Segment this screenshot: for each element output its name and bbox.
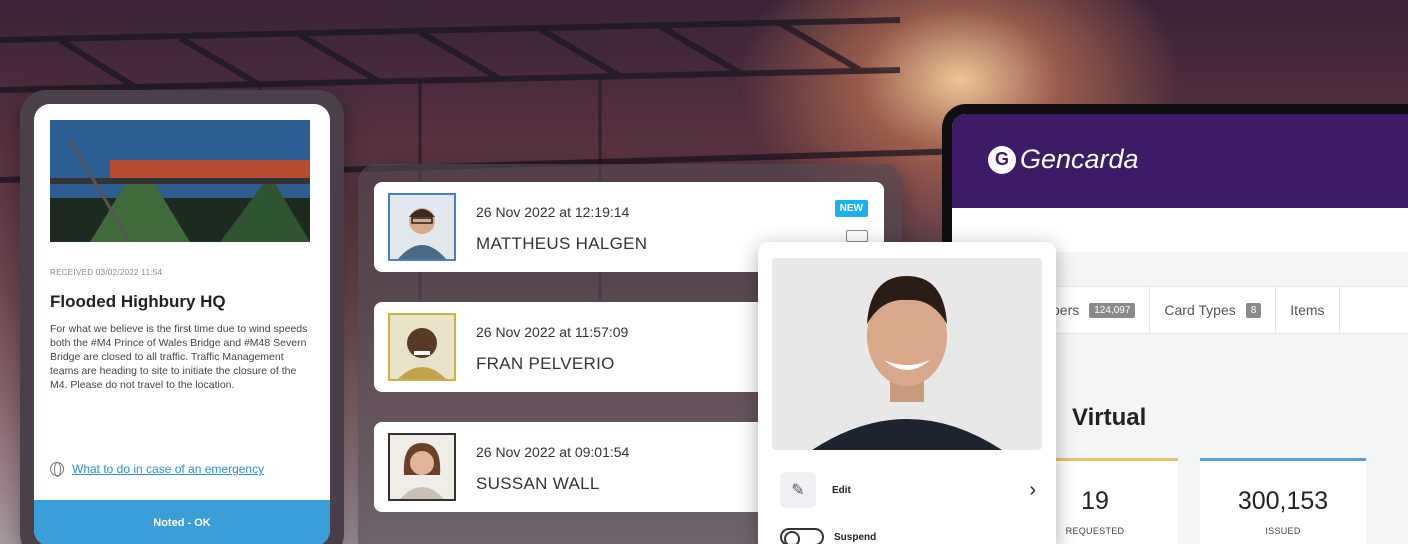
activity-name: SUSSAN WALL [476, 474, 600, 493]
edit-icon: ✎ [780, 472, 816, 508]
edit-menu-item[interactable]: ✎ Edit › [780, 470, 1036, 510]
tab-label: Items [1290, 302, 1325, 318]
stat-label: ISSUED [1265, 526, 1301, 536]
tab-label: Card Types [1164, 302, 1236, 318]
avatar [388, 193, 456, 261]
alert-photo [50, 120, 310, 242]
stat-value: 300,153 [1237, 487, 1329, 515]
new-badge: NEW [834, 200, 868, 217]
emergency-link-label: What to do in case of an emergency [72, 462, 265, 476]
tab-card-types[interactable]: Card Types 8 [1150, 287, 1277, 333]
brand-logo[interactable]: G Gencarda [988, 144, 1139, 175]
avatar [388, 433, 456, 501]
alert-body: For what we believe is the first time du… [50, 323, 308, 391]
suspend-label: Suspend [834, 531, 877, 543]
noted-ok-button[interactable]: Noted - OK [34, 500, 330, 544]
alert-screen: RECEIVED 03/02/2022 11:54 Flooded Highbu… [34, 104, 330, 544]
edit-label: Edit [832, 484, 851, 496]
member-card-popup: ✎ Edit › Suspend [758, 242, 1056, 544]
section-title: Virtual [1072, 404, 1147, 431]
stat-label: REQUESTED [1065, 526, 1125, 536]
suspend-toggle[interactable] [780, 528, 824, 544]
chevron-right-icon: › [1029, 478, 1036, 501]
activity-timestamp: 26 Nov 2022 at 12:19:14 [476, 204, 630, 220]
activity-timestamp: 26 Nov 2022 at 11:57:09 [476, 324, 629, 340]
tab-items[interactable]: Items [1276, 287, 1340, 333]
alert-phone: RECEIVED 03/02/2022 11:54 Flooded Highbu… [20, 90, 344, 544]
activity-timestamp: 26 Nov 2022 at 09:01:54 [476, 444, 630, 460]
globe-icon [50, 462, 64, 477]
stat-value: 19 [1081, 487, 1109, 515]
tab-label: bers [1052, 302, 1080, 318]
emergency-link[interactable]: What to do in case of an emergency [50, 462, 265, 477]
brand-name: Gencarda [1020, 144, 1139, 174]
activity-name: FRAN PELVERIO [476, 354, 615, 373]
activity-name: MATTHEUS HALGEN [476, 234, 648, 253]
dashboard-header: G Gencarda [952, 114, 1408, 208]
tab-count: 8 [1245, 302, 1262, 318]
tab-count: 124,097 [1089, 302, 1136, 318]
suspend-menu-item[interactable]: Suspend [780, 528, 876, 544]
card-icon [846, 230, 868, 242]
alert-title: Flooded Highbury HQ [50, 292, 226, 311]
avatar [388, 313, 456, 381]
alert-received-date: RECEIVED 03/02/2022 11:54 [50, 268, 163, 277]
stat-issued[interactable]: 300,153 ISSUED [1200, 458, 1366, 544]
member-photo [772, 258, 1042, 450]
gencarda-logo-icon: G [988, 145, 1016, 174]
